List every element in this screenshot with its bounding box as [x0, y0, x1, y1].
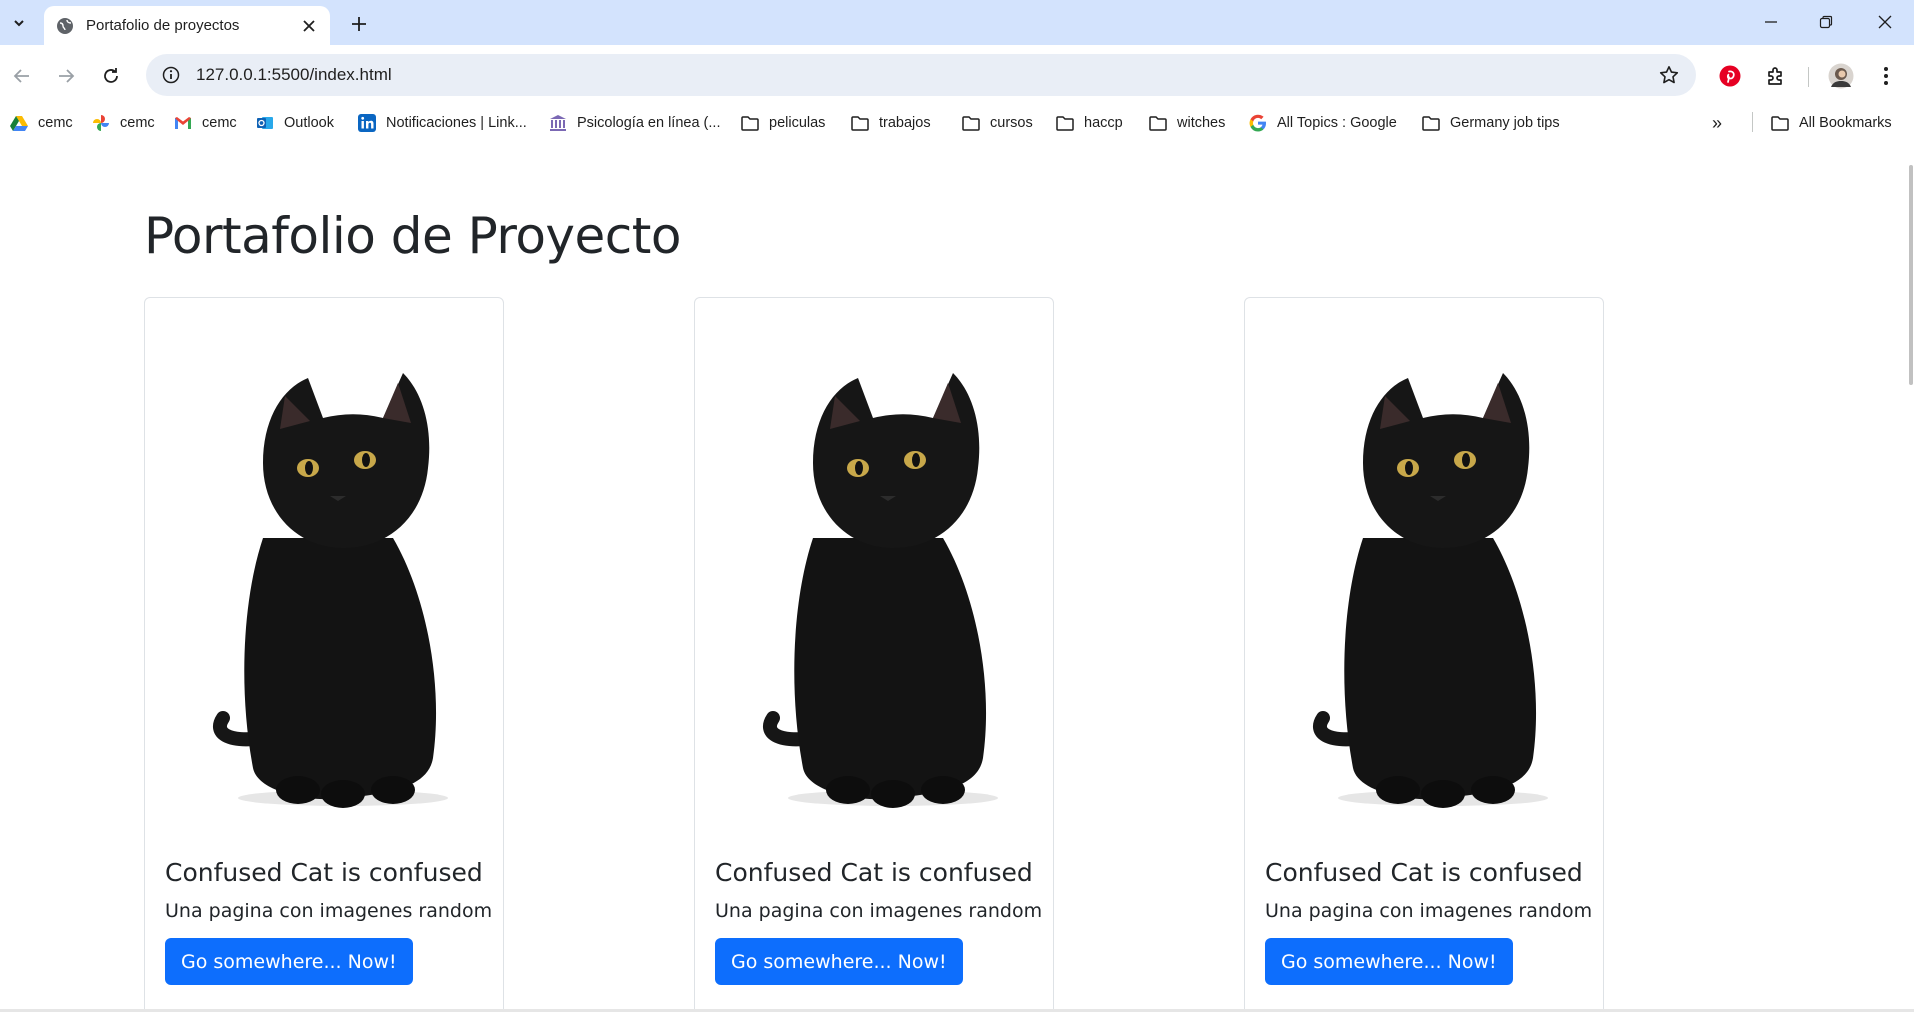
menu-kebab-icon[interactable]: [1870, 60, 1902, 92]
bookmark-item[interactable]: Germany job tips: [1422, 111, 1560, 135]
bookmark-label: All Topics : Google: [1277, 115, 1397, 131]
card-title: Confused Cat is confused: [715, 858, 1033, 887]
active-tab[interactable]: Portafolio de proyectos: [44, 6, 330, 45]
back-arrow-icon[interactable]: [7, 61, 37, 91]
bookmarks-bar: cemc cemc cemc Outlook Notificaciones | …: [0, 107, 1914, 139]
tab-search-chevron-down-icon[interactable]: [6, 10, 32, 36]
close-tab-icon[interactable]: [300, 17, 318, 35]
project-card: Confused Cat is confused Una pagina con …: [1244, 297, 1604, 1012]
tab-title: Portafolio de proyectos: [86, 17, 240, 34]
project-card: Confused Cat is confused Una pagina con …: [144, 297, 504, 1012]
google-photos-icon: [92, 114, 110, 132]
bookmark-label: cemc: [38, 115, 73, 131]
bookmark-label: Outlook: [284, 115, 334, 131]
go-somewhere-button[interactable]: Go somewhere... Now!: [165, 938, 413, 985]
google-drive-icon: [10, 114, 28, 132]
bookmark-item[interactable]: Outlook: [256, 111, 334, 135]
extensions-puzzle-icon[interactable]: [1760, 60, 1792, 92]
bookmark-item[interactable]: cemc: [174, 111, 237, 135]
folder-icon: [1149, 114, 1167, 132]
bookmark-label: cursos: [990, 115, 1033, 131]
scrollbar-thumb[interactable]: [1909, 165, 1913, 385]
bookmark-label: witches: [1177, 115, 1226, 131]
bookmark-item[interactable]: cemc: [92, 111, 155, 135]
bookmark-label: cemc: [202, 115, 237, 131]
bookmark-star-icon[interactable]: [1654, 60, 1684, 90]
go-somewhere-button[interactable]: Go somewhere... Now!: [715, 938, 963, 985]
bookmark-item[interactable]: peliculas: [741, 111, 825, 135]
go-somewhere-button[interactable]: Go somewhere... Now!: [1265, 938, 1513, 985]
page-viewport: Portafolio de Proyecto Confused Cat is c…: [0, 139, 1914, 1012]
bookmark-item[interactable]: cemc: [10, 111, 73, 135]
all-bookmarks-button[interactable]: All Bookmarks: [1771, 111, 1892, 135]
reload-icon[interactable]: [96, 61, 126, 91]
pinterest-extension-icon[interactable]: [1714, 60, 1746, 92]
university-icon: [549, 114, 567, 132]
project-card: Confused Cat is confused Una pagina con …: [694, 297, 1054, 1012]
bookmark-label: Germany job tips: [1450, 115, 1560, 131]
card-title: Confused Cat is confused: [165, 858, 483, 887]
cat-image: [1313, 373, 1548, 808]
page-scrollbar[interactable]: [1906, 139, 1914, 1012]
bookmark-label: Psicología en línea (...: [577, 115, 721, 131]
bookmark-item[interactable]: All Topics : Google: [1249, 111, 1397, 135]
bookmark-item[interactable]: Notificaciones | Link...: [358, 111, 527, 135]
folder-icon: [741, 114, 759, 132]
folder-icon: [962, 114, 980, 132]
browser-toolbar: 127.0.0.1:5500/index.html: [0, 45, 1914, 107]
card-text: Una pagina con imagenes random: [1265, 900, 1593, 922]
address-bar[interactable]: 127.0.0.1:5500/index.html: [146, 54, 1696, 96]
linkedin-icon: [358, 114, 376, 132]
bookmarks-overflow-chevron-icon[interactable]: »: [1712, 111, 1722, 135]
bookmarks-divider: [1752, 112, 1753, 132]
bookmark-item[interactable]: Psicología en línea (...: [549, 111, 720, 135]
minimize-icon[interactable]: [1748, 8, 1794, 36]
google-icon: [1249, 114, 1267, 132]
bookmark-item[interactable]: witches: [1149, 111, 1225, 135]
folder-icon: [851, 114, 869, 132]
gmail-icon: [174, 114, 192, 132]
bookmark-label: trabajos: [879, 115, 931, 131]
toolbar-divider: [1808, 67, 1809, 87]
folder-icon: [1056, 114, 1074, 132]
new-tab-plus-icon[interactable]: [346, 11, 372, 37]
bookmark-item[interactable]: cursos: [962, 111, 1033, 135]
bookmark-label: peliculas: [769, 115, 826, 131]
bookmark-label: cemc: [120, 115, 155, 131]
outlook-icon: [256, 114, 274, 132]
page-title: Portafolio de Proyecto: [144, 207, 681, 265]
profile-avatar[interactable]: [1825, 60, 1857, 92]
tab-strip: Portafolio de proyectos: [0, 0, 1914, 45]
cat-image: [763, 373, 998, 808]
folder-icon: [1422, 114, 1440, 132]
restore-icon[interactable]: [1803, 8, 1849, 36]
card-title: Confused Cat is confused: [1265, 858, 1583, 887]
folder-icon: [1771, 114, 1789, 132]
close-window-icon[interactable]: [1862, 8, 1908, 36]
all-bookmarks-label: All Bookmarks: [1799, 115, 1892, 131]
cat-image: [213, 373, 448, 808]
globe-icon: [56, 17, 74, 35]
forward-arrow-icon[interactable]: [51, 61, 81, 91]
url-text[interactable]: 127.0.0.1:5500/index.html: [196, 65, 1654, 85]
card-text: Una pagina con imagenes random: [165, 900, 493, 922]
bookmark-item[interactable]: haccp: [1056, 111, 1123, 135]
site-info-icon[interactable]: [158, 62, 184, 88]
bookmark-label: Notificaciones | Link...: [386, 115, 527, 131]
bookmark-label: haccp: [1084, 115, 1123, 131]
bookmark-item[interactable]: trabajos: [851, 111, 931, 135]
card-text: Una pagina con imagenes random: [715, 900, 1043, 922]
